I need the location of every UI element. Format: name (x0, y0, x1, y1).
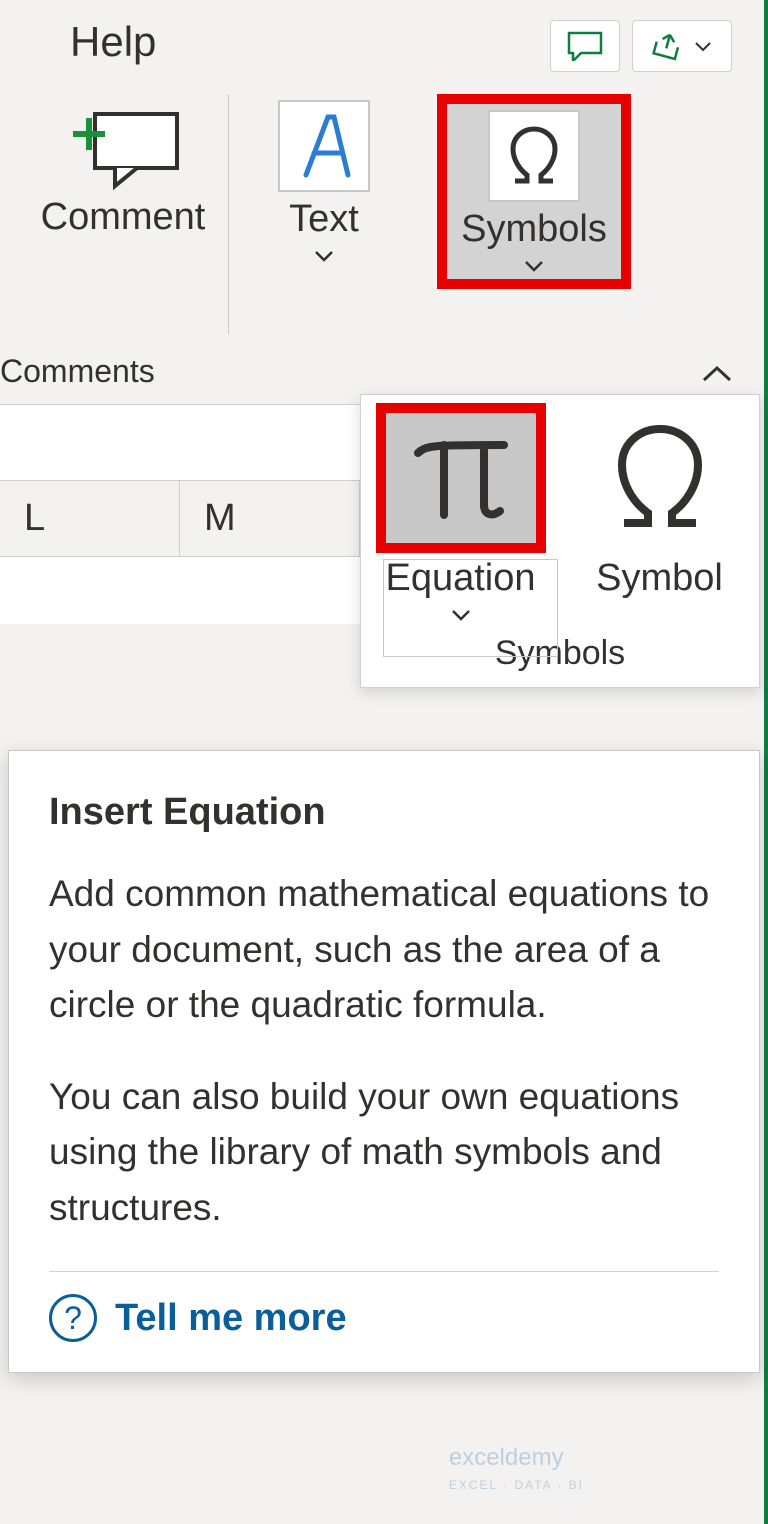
equation-button[interactable]: Equation (361, 395, 560, 622)
symbols-label: Symbols (461, 208, 607, 251)
text-a-icon (294, 111, 354, 181)
text-button[interactable]: Text (268, 94, 380, 267)
screentip-title: Insert Equation (49, 791, 719, 834)
symbols-dropdown: Equation Symbol Symbols (360, 394, 760, 688)
dropdown-group-label: Symbols (361, 622, 759, 687)
title-bar-buttons (550, 20, 732, 72)
symbol-button[interactable]: Symbol (560, 395, 759, 622)
text-label: Text (289, 198, 359, 241)
symbols-group: Symbols (419, 94, 649, 289)
share-button[interactable] (632, 20, 732, 72)
comments-group-label: Comments (0, 353, 155, 390)
help-icon: ? (49, 1294, 97, 1342)
comments-group: Comment Comments (18, 94, 228, 243)
watermark-brand: exceldemy (449, 1444, 564, 1471)
collapse-ribbon-icon[interactable] (700, 364, 734, 386)
symbols-button[interactable]: Symbols (437, 94, 631, 289)
chevron-down-icon (313, 249, 335, 263)
tell-me-more-text: Tell me more (115, 1297, 347, 1340)
column-header-l[interactable]: L (0, 481, 180, 556)
comment-button[interactable]: Comment (31, 94, 216, 243)
comment-label: Comment (41, 196, 206, 239)
chevron-down-icon (450, 608, 472, 622)
comments-pane-button[interactable] (550, 20, 620, 72)
equation-label: Equation (385, 557, 535, 600)
tab-help[interactable]: Help (70, 18, 156, 66)
chevron-down-icon (523, 259, 545, 273)
dropdown-items: Equation Symbol (361, 395, 759, 622)
screentip-paragraph-1: Add common mathematical equations to you… (49, 866, 719, 1033)
new-comment-icon (63, 100, 183, 190)
ribbon: Comment Comments Text Symbols (0, 84, 764, 394)
chevron-down-icon (694, 40, 712, 52)
share-icon (652, 31, 686, 61)
screentip-paragraph-2: You can also build your own equations us… (49, 1069, 719, 1236)
symbol-icon-wrap (575, 403, 745, 553)
column-header-m[interactable]: M (180, 481, 360, 556)
screentip: Insert Equation Add common mathematical … (8, 750, 760, 1373)
equation-icon-highlight (376, 403, 546, 553)
worksheet-area: L M (0, 404, 360, 624)
omega-icon (505, 125, 563, 187)
watermark: exceldemy EXCEL · DATA · BI (449, 1446, 584, 1494)
symbol-label: Symbol (596, 557, 723, 600)
text-icon-box (278, 100, 370, 192)
text-group: Text (229, 94, 419, 267)
formula-bar[interactable] (0, 405, 360, 481)
omega-icon-box (488, 110, 580, 202)
screentip-divider (49, 1271, 719, 1272)
pi-icon (406, 423, 516, 533)
omega-icon (610, 423, 710, 533)
watermark-tag: EXCEL · DATA · BI (449, 1478, 584, 1492)
comment-bubble-icon (567, 31, 603, 61)
tell-me-more-link[interactable]: ? Tell me more (49, 1294, 719, 1342)
column-headers: L M (0, 481, 360, 557)
ribbon-tab-row: Help (0, 0, 764, 84)
